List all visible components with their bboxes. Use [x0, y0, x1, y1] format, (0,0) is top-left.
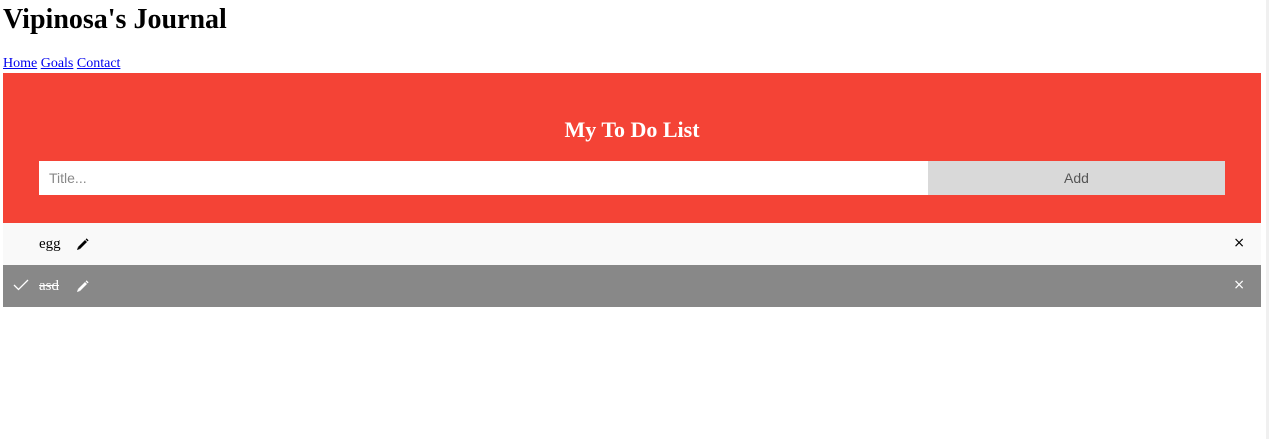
todo-header: My To Do List Add: [3, 73, 1261, 223]
todo-item[interactable]: egg ×: [3, 223, 1261, 265]
page: Vipinosa's Journal Home Goals Contact My…: [0, 0, 1269, 439]
close-icon[interactable]: ×: [1233, 276, 1245, 294]
todo-item-text: egg: [39, 236, 61, 252]
title-input[interactable]: [39, 161, 928, 195]
pencil-icon[interactable]: [75, 278, 91, 294]
nav-link-goals[interactable]: Goals: [41, 56, 74, 71]
add-button[interactable]: Add: [928, 161, 1225, 195]
site-title: Vipinosa's Journal: [3, 4, 227, 35]
checkmark-icon: [13, 277, 29, 293]
nav-bar: Home Goals Contact: [3, 56, 120, 72]
pencil-icon[interactable]: [75, 236, 91, 252]
nav-link-home[interactable]: Home: [3, 56, 37, 71]
todo-item-text: asd: [39, 278, 59, 294]
todo-list: egg × asd ×: [3, 223, 1261, 307]
nav-link-contact[interactable]: Contact: [77, 56, 121, 71]
todo-item[interactable]: asd ×: [3, 265, 1261, 307]
todo-heading: My To Do List: [564, 117, 700, 142]
close-icon[interactable]: ×: [1233, 234, 1245, 252]
